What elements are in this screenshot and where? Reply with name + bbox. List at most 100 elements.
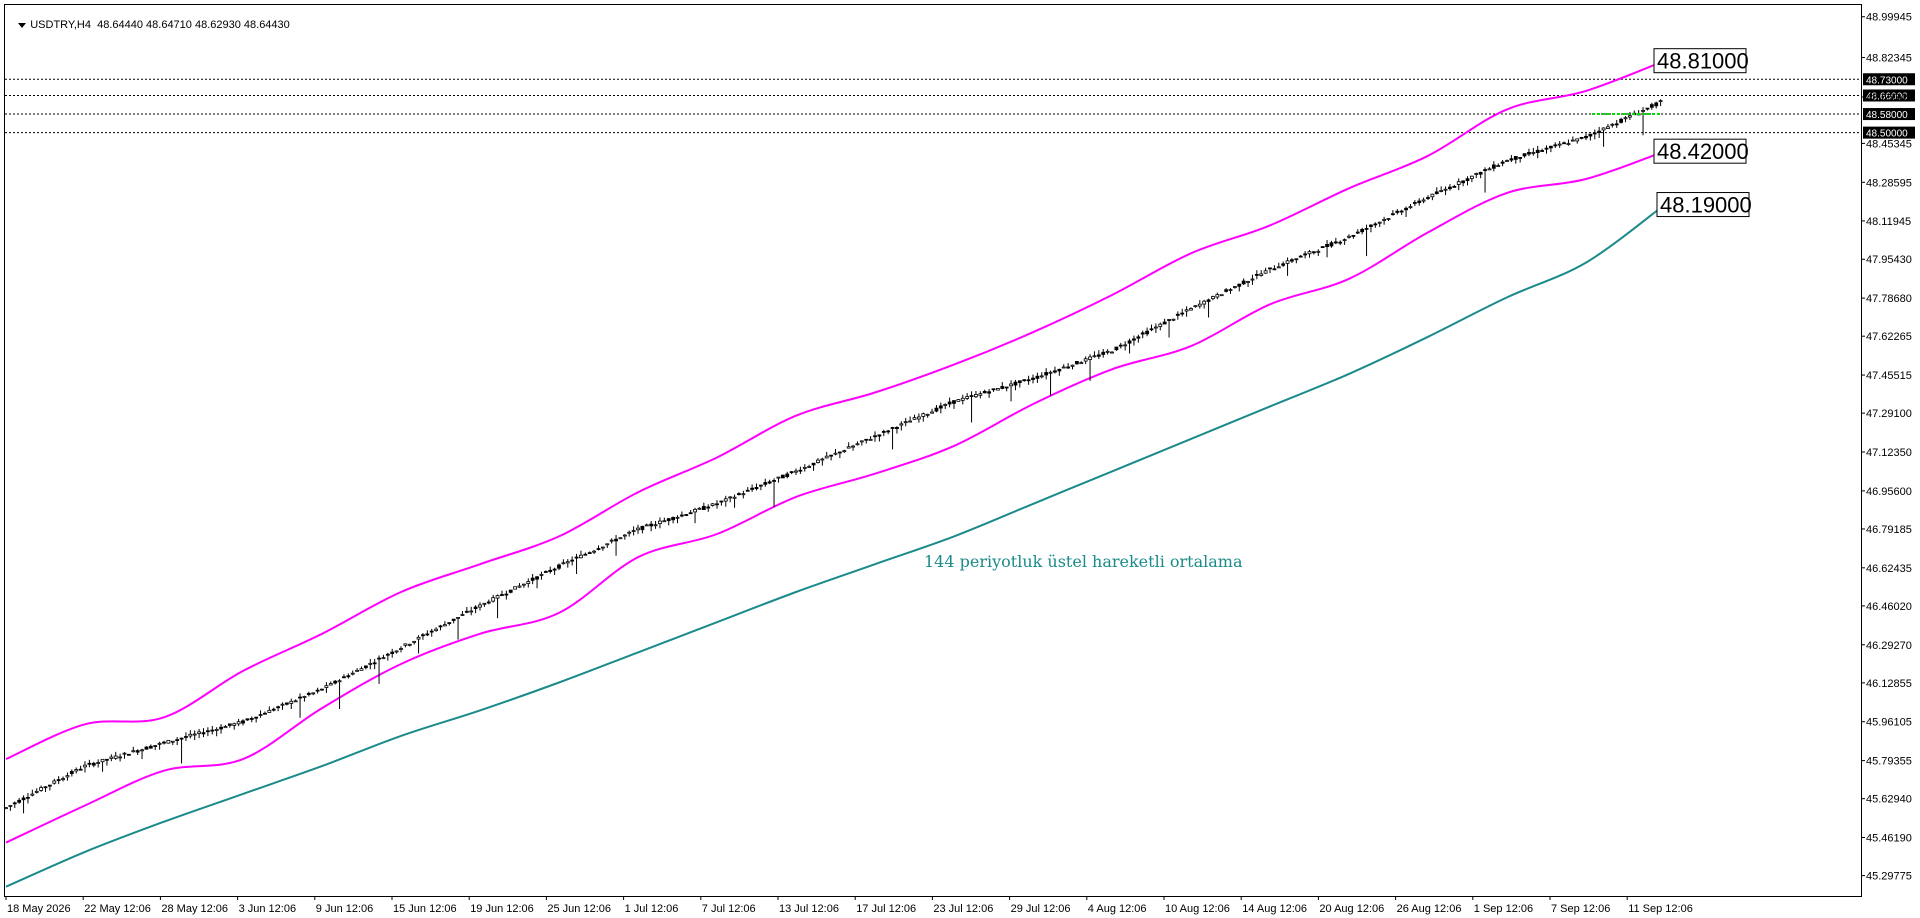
candle-body: [846, 446, 851, 449]
candle-body: [1285, 260, 1290, 264]
candle-body: [486, 601, 491, 604]
candle-body: [1311, 251, 1316, 254]
candle-body: [175, 739, 180, 741]
candle-body: [289, 700, 294, 704]
candle-body: [653, 524, 658, 527]
candle-body: [649, 523, 654, 527]
candle-body: [1465, 178, 1470, 182]
candle-body: [824, 455, 829, 459]
candle-body: [1325, 243, 1329, 248]
candle-body: [1153, 326, 1158, 329]
candle-body: [241, 720, 245, 724]
candle-body: [1535, 149, 1540, 154]
candle-body: [1088, 356, 1092, 360]
candle-body: [1096, 354, 1101, 357]
time-axis-label: 7 Jul 12:06: [702, 903, 756, 915]
candle-body: [1057, 368, 1062, 372]
ema-annotation-text: 144 periyotluk üstel hareketli ortalama: [924, 552, 1243, 571]
candle-body: [320, 688, 324, 691]
chart-window[interactable]: 48.73000 48.66000 48.58000 48.50000 48.81000…: [0, 0, 1920, 918]
price-axis-label: 48.65345: [1866, 92, 1912, 104]
candle-body: [1395, 210, 1400, 213]
time-axis-label: 10 Aug 12:06: [1165, 903, 1230, 915]
candle-body: [26, 796, 30, 799]
candle-body: [469, 610, 474, 613]
candle-body: [1101, 351, 1106, 355]
candle-body: [1421, 199, 1426, 202]
chart-title-bar[interactable]: USDTRY,H4 48.64440 48.64710 48.62930 48.…: [6, 6, 290, 45]
candle-body: [627, 531, 632, 534]
candle-body: [258, 714, 263, 716]
candle-body: [1487, 168, 1492, 171]
time-axis-label: 20 Aug 12:06: [1319, 903, 1384, 915]
candle-body: [1570, 139, 1575, 142]
candle-body: [521, 583, 526, 586]
candle-body: [1426, 197, 1430, 199]
candle-body: [1290, 259, 1294, 262]
candle-body: [118, 756, 123, 759]
candle-body: [1614, 123, 1619, 126]
candle-body: [1351, 235, 1356, 237]
price-axis-label: 48.45345: [1866, 138, 1912, 150]
candle-body: [210, 729, 215, 732]
candle-body: [184, 736, 188, 738]
time-axis-label: 25 Jun 12:06: [547, 903, 611, 915]
candle-body: [1369, 224, 1373, 227]
candle-body: [1408, 206, 1413, 209]
candle-body: [1527, 152, 1531, 155]
candle-body: [4, 807, 8, 810]
candle-body: [1132, 338, 1136, 341]
candle-body: [552, 568, 557, 571]
candle-body: [87, 762, 92, 765]
price-axis-label: 46.79185: [1866, 524, 1912, 536]
candle-body: [741, 493, 746, 496]
candle-body: [1224, 289, 1229, 292]
candle-body: [126, 753, 131, 756]
price-axis-label: 46.62435: [1866, 563, 1912, 575]
candle-body: [776, 476, 781, 479]
candle-body: [188, 733, 193, 737]
candle-body: [890, 427, 895, 429]
candle-body: [1180, 312, 1185, 315]
candle-body: [811, 462, 816, 466]
chart-canvas[interactable]: 48.7300048.6600048.5800048.5000048.81000…: [0, 0, 1920, 918]
candle-body: [425, 633, 430, 636]
candle-body: [1390, 213, 1395, 216]
candle-body: [636, 527, 640, 531]
lower-envelope-line: [5, 150, 1666, 844]
time-axis-label: 18 May 2026: [7, 903, 71, 915]
candle-body: [1171, 318, 1176, 321]
candle-body: [1250, 278, 1255, 281]
candle-body: [1303, 253, 1308, 256]
candle-body: [1329, 242, 1334, 247]
time-axis-label: 1 Jul 12:06: [625, 903, 679, 915]
candle-body: [965, 396, 970, 399]
time-axis-label: 4 Aug 12:06: [1088, 903, 1147, 915]
candle-body: [895, 427, 899, 429]
candle-body: [974, 394, 978, 398]
candle-body: [464, 610, 469, 613]
candle-body: [535, 576, 539, 580]
candle-body: [1167, 319, 1171, 321]
candle-body: [969, 395, 974, 397]
candle-body: [148, 745, 153, 749]
candle-body: [315, 689, 320, 692]
candle-body: [789, 471, 794, 474]
candle-body: [83, 764, 87, 768]
candle-body: [658, 520, 662, 525]
candle-body: [52, 780, 57, 784]
candle-body: [399, 648, 403, 650]
candle-body: [688, 512, 693, 515]
candle-body: [1193, 305, 1198, 308]
candle-body: [377, 657, 381, 660]
candle-body: [1162, 321, 1167, 325]
candle-body: [829, 454, 834, 457]
candle-body: [1079, 362, 1084, 365]
candle-body: [1606, 126, 1610, 129]
candle-body: [135, 750, 140, 753]
candle-body: [500, 594, 504, 596]
ohlc-readout: 48.64440 48.64710 48.62930 48.64430: [97, 19, 290, 31]
menu-triangle-icon[interactable]: [18, 22, 27, 28]
candle-body: [767, 481, 772, 484]
time-axis-label: 3 Jun 12:06: [239, 903, 297, 915]
